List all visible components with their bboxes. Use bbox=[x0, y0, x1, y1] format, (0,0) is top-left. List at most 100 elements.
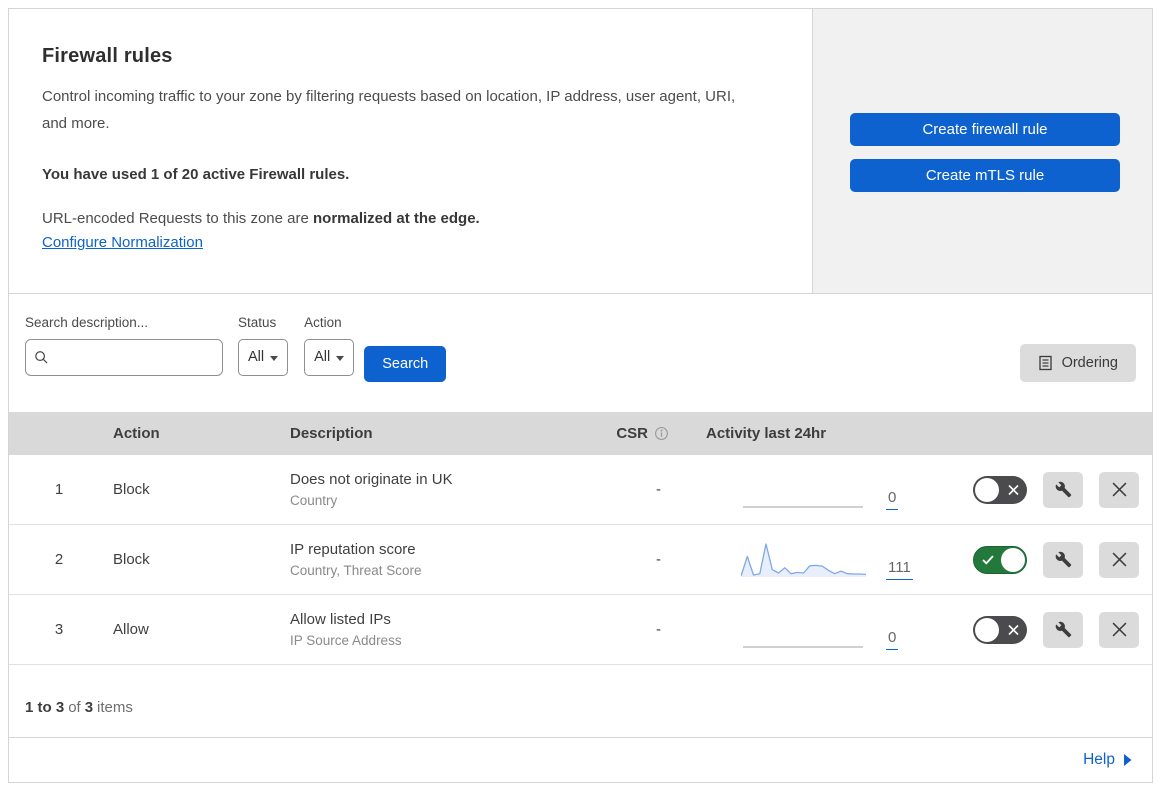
rule-action: Block bbox=[113, 551, 150, 569]
firewall-rules-card: Firewall rules Control incoming traffic … bbox=[8, 8, 1153, 783]
search-label: Search description... bbox=[25, 314, 149, 330]
rule-action: Block bbox=[113, 481, 150, 499]
ordering-button[interactable]: Ordering bbox=[1019, 343, 1136, 382]
action-filter-group: Action All bbox=[304, 314, 355, 376]
wrench-icon bbox=[1055, 481, 1072, 498]
create-mtls-rule-button[interactable]: Create mTLS rule bbox=[850, 159, 1120, 192]
status-dropdown[interactable]: All bbox=[238, 338, 289, 376]
edit-rule-button[interactable] bbox=[1043, 611, 1083, 648]
activity-column-header: Activity last 24hr bbox=[706, 424, 827, 442]
items-range: 1 to 3 bbox=[25, 698, 65, 716]
search-input[interactable] bbox=[56, 349, 237, 366]
rule-action: Allow bbox=[113, 621, 149, 639]
table-row: 1 Block Does not originate in UK Country… bbox=[9, 455, 1152, 526]
table-row: 2 Block IP reputation score Country, Thr… bbox=[9, 525, 1152, 596]
x-icon bbox=[1112, 622, 1127, 637]
activity-sparkline-chart bbox=[743, 646, 863, 648]
toggle-knob bbox=[975, 617, 999, 642]
x-icon bbox=[1112, 552, 1127, 567]
help-link[interactable]: Help bbox=[1083, 751, 1132, 769]
status-dropdown-value: All bbox=[248, 349, 265, 366]
items-total: 3 bbox=[84, 698, 94, 716]
rule-controls bbox=[944, 611, 1152, 648]
chevron-right-icon bbox=[1123, 754, 1132, 767]
status-label: Status bbox=[238, 314, 277, 330]
activity-cell: 111 bbox=[691, 540, 944, 580]
x-icon bbox=[1112, 482, 1127, 497]
rule-match-fields: Country, Threat Score bbox=[290, 563, 422, 579]
help-row: Help bbox=[9, 737, 1152, 782]
action-dropdown-value: All bbox=[314, 349, 331, 366]
page-title: Firewall rules bbox=[42, 45, 173, 67]
csr-header-label: CSR bbox=[616, 424, 648, 442]
filter-bar: Search description... Status All Action bbox=[9, 294, 1152, 412]
activity-sparkline-chart bbox=[743, 506, 863, 508]
chevron-down-icon bbox=[336, 355, 345, 361]
activity-cell: 0 bbox=[691, 610, 944, 650]
rule-csr-value: - bbox=[656, 621, 661, 639]
page-description: Control incoming traffic to your zone by… bbox=[42, 88, 736, 132]
edit-rule-button[interactable] bbox=[1043, 541, 1083, 578]
table-row: 3 Allow Allow listed IPs IP Source Addre… bbox=[9, 595, 1152, 666]
activity-count-link[interactable]: 0 bbox=[886, 489, 899, 510]
info-icon[interactable] bbox=[654, 426, 669, 441]
normalization-text: URL-encoded Requests to this zone are bbox=[42, 210, 313, 227]
rule-csr-value: - bbox=[656, 481, 661, 499]
table-body: 1 Block Does not originate in UK Country… bbox=[9, 455, 1152, 666]
action-label: Action bbox=[304, 314, 342, 330]
wrench-icon bbox=[1055, 621, 1072, 638]
rule-description-cell: IP reputation score Country, Threat Scor… bbox=[286, 541, 591, 578]
search-button[interactable]: Search bbox=[364, 345, 447, 382]
rule-enabled-toggle[interactable] bbox=[973, 475, 1027, 504]
firewall-rules-page: Firewall rules Control incoming traffic … bbox=[0, 0, 1161, 791]
top-region: Firewall rules Control incoming traffic … bbox=[9, 9, 1152, 294]
rule-description[interactable]: Allow listed IPs bbox=[290, 611, 591, 628]
activity-count-link[interactable]: 111 bbox=[886, 559, 913, 580]
intro-section: Firewall rules Control incoming traffic … bbox=[9, 9, 813, 293]
usage-notice: You have used 1 of 20 active Firewall ru… bbox=[42, 166, 350, 183]
configure-normalization-link[interactable]: Configure Normalization bbox=[42, 234, 203, 251]
rule-enabled-toggle[interactable] bbox=[973, 545, 1027, 574]
activity-sparkline-chart bbox=[741, 543, 866, 577]
items-label: items bbox=[97, 698, 133, 716]
rule-match-fields: Country bbox=[290, 493, 338, 509]
actions-panel: Create firewall rule Create mTLS rule bbox=[813, 9, 1152, 293]
toggle-knob bbox=[1001, 547, 1025, 572]
search-icon bbox=[34, 350, 49, 365]
toggle-knob bbox=[975, 477, 999, 502]
ordering-button-label: Ordering bbox=[1061, 354, 1118, 371]
rule-description[interactable]: IP reputation score bbox=[290, 541, 591, 558]
action-dropdown[interactable]: All bbox=[304, 338, 355, 376]
check-icon bbox=[982, 555, 994, 565]
activity-count-link[interactable]: 0 bbox=[886, 629, 899, 650]
delete-rule-button[interactable] bbox=[1099, 471, 1139, 508]
edit-rule-button[interactable] bbox=[1043, 471, 1083, 508]
delete-rule-button[interactable] bbox=[1099, 611, 1139, 648]
description-column-header: Description bbox=[290, 424, 373, 442]
delete-rule-button[interactable] bbox=[1099, 541, 1139, 578]
rule-description-cell: Allow listed IPs IP Source Address bbox=[286, 611, 591, 648]
x-icon bbox=[1008, 484, 1019, 495]
wrench-icon bbox=[1055, 551, 1072, 568]
rule-description[interactable]: Does not originate in UK bbox=[290, 471, 591, 488]
items-of-label: of bbox=[68, 698, 81, 716]
table-header: Action Description CSR Activity last 24h… bbox=[9, 411, 1152, 456]
rule-priority: 2 bbox=[54, 551, 64, 569]
rule-enabled-toggle[interactable] bbox=[973, 615, 1027, 644]
search-group: Search description... bbox=[25, 314, 237, 376]
action-column-header: Action bbox=[113, 424, 160, 442]
rule-csr-value: - bbox=[656, 551, 661, 569]
normalization-notice: URL-encoded Requests to this zone are no… bbox=[42, 210, 752, 227]
table-footer: 1 to 3 of 3 items bbox=[9, 665, 1152, 737]
search-box[interactable] bbox=[25, 338, 237, 376]
create-firewall-rule-button[interactable]: Create firewall rule bbox=[850, 113, 1120, 146]
activity-cell: 0 bbox=[691, 470, 944, 510]
rule-priority: 3 bbox=[54, 621, 64, 639]
rule-priority: 1 bbox=[54, 481, 64, 499]
rule-match-fields: IP Source Address bbox=[290, 633, 402, 649]
csr-column-header: CSR bbox=[616, 425, 691, 442]
chevron-down-icon bbox=[270, 355, 279, 361]
help-link-label: Help bbox=[1083, 751, 1115, 769]
rule-controls bbox=[944, 541, 1152, 578]
status-filter-group: Status All bbox=[238, 314, 289, 376]
